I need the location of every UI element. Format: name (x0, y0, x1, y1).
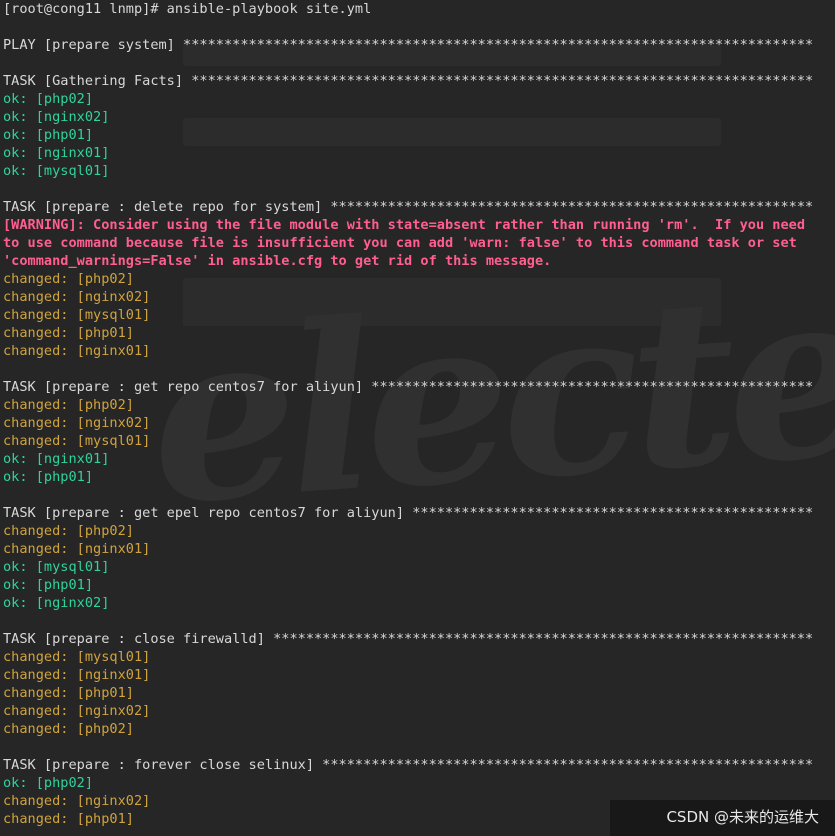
terminal-line: TASK [prepare : forever close selinux] *… (3, 757, 814, 773)
terminal-line: ok: [nginx02] (3, 109, 110, 125)
terminal-line: TASK [prepare : get epel repo centos7 fo… (3, 505, 814, 521)
terminal-line: changed: [php02] (3, 721, 134, 737)
terminal-line: TASK [prepare : delete repo for system] … (3, 199, 814, 215)
terminal-line: ok: [php02] (3, 775, 94, 791)
terminal-line: [root@cong11 lnmp]# ansible-playbook sit… (3, 1, 372, 17)
terminal-line: TASK [Gathering Facts] *****************… (3, 73, 814, 89)
terminal-line: changed: [nginx01] (3, 667, 151, 683)
terminal-line: ok: [mysql01] (3, 559, 110, 575)
terminal-line: [WARNING]: Consider using the file modul… (3, 217, 806, 233)
terminal-line: changed: [php02] (3, 397, 134, 413)
terminal-line: PLAY [prepare system] ******************… (3, 37, 814, 53)
terminal-line: changed: [php01] (3, 685, 134, 701)
terminal-line: changed: [php02] (3, 523, 134, 539)
csdn-credit: CSDN @未来的运维大 (666, 808, 819, 826)
terminal-line: changed: [mysql01] (3, 649, 151, 665)
terminal-line: changed: [mysql01] (3, 307, 151, 323)
terminal-line: TASK [prepare : close firewalld] *******… (3, 631, 814, 647)
terminal-line: ok: [php01] (3, 127, 94, 143)
terminal-line: ok: [nginx01] (3, 145, 110, 161)
terminal-line: changed: [php02] (3, 271, 134, 287)
terminal-line: changed: [nginx01] (3, 343, 151, 359)
terminal-line: TASK [prepare : get repo centos7 for ali… (3, 379, 814, 395)
terminal-line: ok: [mysql01] (3, 163, 110, 179)
terminal-line: ok: [php01] (3, 577, 94, 593)
terminal-line: ok: [php01] (3, 469, 94, 485)
terminal-line: ok: [nginx02] (3, 595, 110, 611)
terminal-line: changed: [php01] (3, 325, 134, 341)
terminal-line: changed: [nginx02] (3, 703, 151, 719)
terminal-line: ok: [nginx01] (3, 451, 110, 467)
terminal-line: changed: [mysql01] (3, 433, 151, 449)
terminal-line: changed: [nginx02] (3, 289, 151, 305)
terminal-line: changed: [nginx01] (3, 541, 151, 557)
terminal-line: changed: [nginx02] (3, 415, 151, 431)
terminal-line: 'command_warnings=False' in ansible.cfg … (3, 253, 552, 269)
terminal-line: ok: [php02] (3, 91, 94, 107)
terminal-output[interactable]: [root@cong11 lnmp]# ansible-playbook sit… (3, 0, 835, 828)
terminal-line: to use command because file is insuffici… (3, 235, 797, 251)
